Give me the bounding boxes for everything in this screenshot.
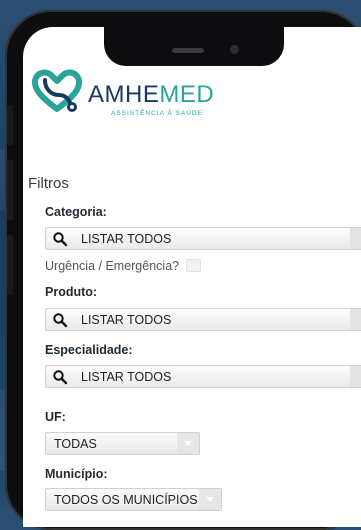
filters-title: Filtros bbox=[28, 175, 69, 192]
search-icon bbox=[53, 232, 68, 247]
urgencia-label: Urgência / Emergência? bbox=[45, 259, 180, 273]
municipio-value: TODOS OS MUNICÍPIOS bbox=[54, 493, 198, 507]
heart-stethoscope-icon bbox=[31, 69, 83, 112]
brand-name: AMHEMED bbox=[88, 81, 214, 109]
categoria-label: Categoria: bbox=[45, 205, 107, 219]
phone-side-button bbox=[7, 160, 13, 220]
especialidade-select[interactable]: LISTAR TODOS bbox=[45, 365, 361, 388]
chevron-down-icon bbox=[199, 489, 221, 510]
chevron-down-icon bbox=[350, 309, 361, 330]
especialidade-value: LISTAR TODOS bbox=[81, 370, 172, 384]
chevron-down-icon bbox=[350, 228, 361, 249]
brand-logo[interactable]: AMHEMED ASSISTÊNCIA À SAÚDE bbox=[31, 67, 231, 117]
especialidade-label: Especialidade: bbox=[45, 343, 133, 357]
phone-side-button bbox=[7, 235, 13, 295]
search-icon bbox=[53, 370, 68, 385]
uf-value: TODAS bbox=[54, 437, 97, 451]
app-screen: AMHEMED ASSISTÊNCIA À SAÚDE Filtros Cate… bbox=[23, 27, 361, 527]
produto-value: LISTAR TODOS bbox=[81, 313, 172, 327]
produto-label: Produto: bbox=[45, 285, 98, 299]
chevron-down-icon bbox=[350, 366, 361, 387]
urgencia-checkbox[interactable] bbox=[186, 259, 201, 272]
categoria-select[interactable]: LISTAR TODOS bbox=[45, 227, 361, 250]
produto-select[interactable]: LISTAR TODOS bbox=[45, 308, 361, 331]
uf-select[interactable]: TODAS bbox=[45, 432, 200, 455]
uf-label: UF: bbox=[45, 410, 66, 424]
categoria-value: LISTAR TODOS bbox=[81, 232, 172, 246]
phone-notch bbox=[104, 22, 284, 66]
municipio-label: Município: bbox=[45, 467, 108, 481]
speaker bbox=[172, 48, 204, 53]
phone-side-button bbox=[7, 105, 13, 145]
search-icon bbox=[53, 313, 68, 328]
brand-tagline: ASSISTÊNCIA À SAÚDE bbox=[111, 110, 203, 117]
brand-name-part1: AMHE bbox=[88, 81, 160, 108]
brand-name-part2: MED bbox=[159, 81, 215, 108]
municipio-select[interactable]: TODOS OS MUNICÍPIOS bbox=[45, 488, 222, 511]
chevron-down-icon bbox=[177, 433, 199, 454]
front-camera bbox=[230, 45, 239, 54]
